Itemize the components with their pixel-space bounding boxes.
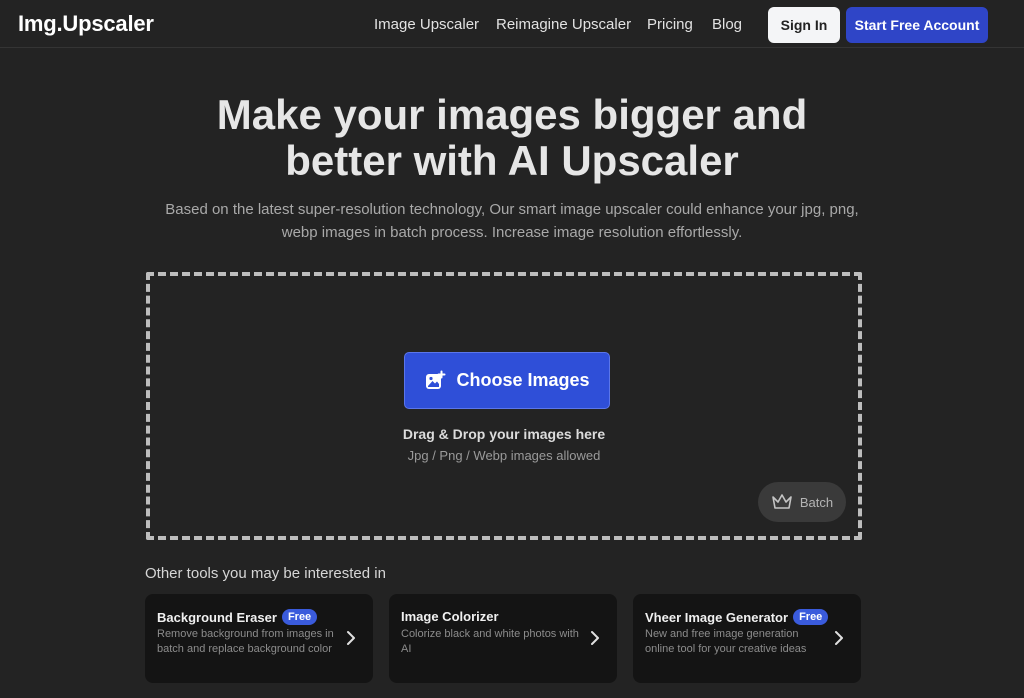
chevron-right-icon [835,631,843,645]
hero-title-line-2: better with AI Upscaler [285,137,739,184]
drop-instructions: Drag & Drop your images here [402,426,606,442]
hero-subtitle-line-2: webp images in batch process. Increase i… [281,224,743,241]
choose-images-button[interactable]: Choose Images [404,352,610,409]
tool-card-title: Background Eraser Free [157,609,318,625]
batch-button[interactable]: Batch [758,482,846,522]
tool-card-description: Colorize black and white photos with AI [401,628,579,655]
tool-card-vheer-image-generator[interactable]: Vheer Image Generator Free New and free … [633,594,861,683]
tool-card-background-eraser[interactable]: Background Eraser Free Remove background… [145,594,373,683]
tool-card-description: Remove background from images in batch a… [157,628,334,655]
tool-card-title: Vheer Image Generator Free [645,609,829,625]
tool-card-description: New and free image generation online too… [645,628,807,655]
crown-icon [771,493,793,511]
tool-title-text: Background Eraser [157,609,277,625]
hero-subtitle: Based on the latest super-resolution tec… [130,198,894,244]
free-badge: Free [793,609,829,625]
tool-card-image-colorizer[interactable]: Image Colorizer Colorize black and white… [389,594,617,683]
nav-link-blog[interactable]: Blog [712,16,742,33]
nav-link-pricing[interactable]: Pricing [647,16,693,33]
tool-card-title: Image Colorizer [401,609,499,624]
top-nav: Img.Upscaler Image Upscaler Reimagine Up… [0,0,1024,48]
hero-subtitle-line-1: Based on the latest super-resolution tec… [165,201,859,218]
other-tools-heading: Other tools you may be interested in [145,565,386,582]
hero-title: Make your images bigger and better with … [0,92,1024,184]
free-badge: Free [281,609,318,625]
choose-images-label: Choose Images [456,370,590,390]
chevron-right-icon [347,631,355,645]
nav-link-image-upscaler[interactable]: Image Upscaler [374,16,479,33]
allowed-formats: Jpg / Png / Webp images allowed [407,448,601,463]
nav-link-reimagine-upscaler[interactable]: Reimagine Upscaler [496,16,631,33]
logo[interactable]: Img.Upscaler [18,11,154,37]
batch-label: Batch [799,494,834,510]
tool-title-text: Image Colorizer [401,609,499,624]
sign-in-button[interactable]: Sign In [768,7,840,43]
image-add-icon [424,370,446,392]
hero-title-line-1: Make your images bigger and [216,91,808,138]
tool-title-text: Vheer Image Generator [645,609,789,625]
start-free-account-button[interactable]: Start Free Account [846,7,988,43]
upload-dropzone[interactable]: Choose Images Drag & Drop your images he… [146,272,862,540]
chevron-right-icon [591,631,599,645]
